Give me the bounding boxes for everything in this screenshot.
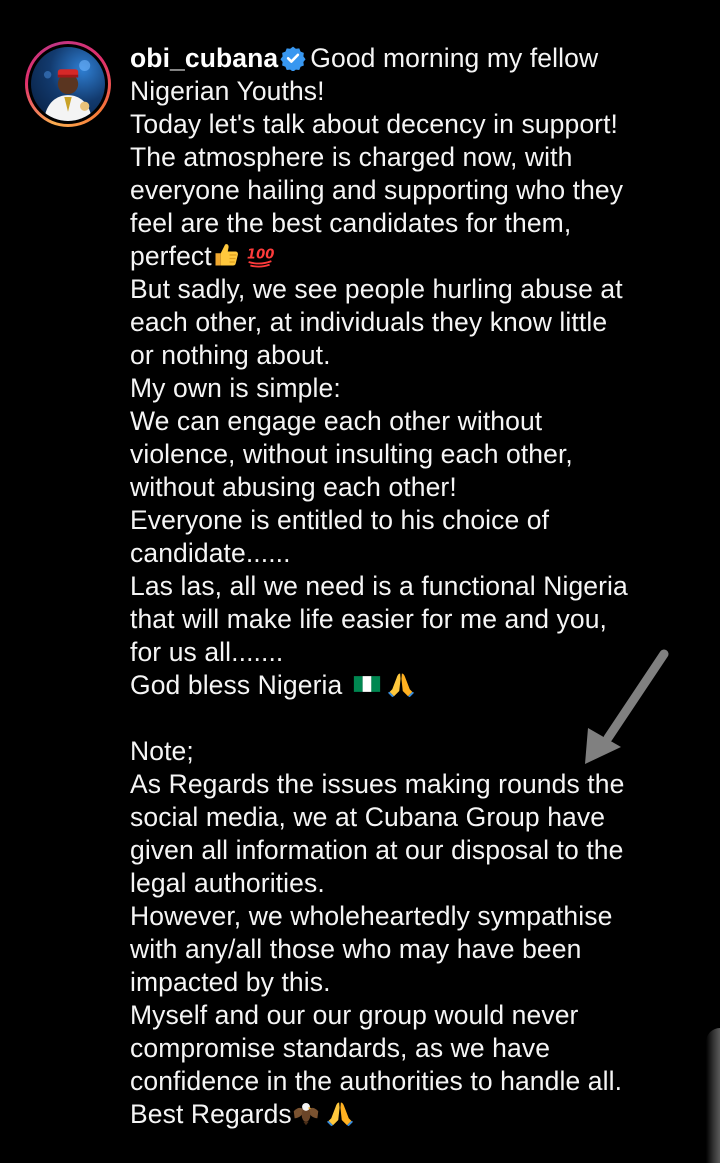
- folded-hands-emoji: [326, 1102, 353, 1127]
- caption-line: We can engage each other without: [130, 406, 543, 436]
- caption-line: Las las, all we need is a functional Nig…: [130, 571, 628, 601]
- thumbs-up-emoji: [215, 244, 238, 266]
- caption-line: candidate......: [130, 538, 291, 568]
- caption-line: The atmosphere is charged now, with: [130, 142, 573, 172]
- nigeria-flag-emoji: [353, 676, 380, 692]
- scroll-edge[interactable]: [706, 1028, 720, 1163]
- verified-badge-icon: [280, 46, 306, 71]
- caption-line: each other, at individuals they know lit…: [130, 307, 608, 337]
- caption-first-line-text: Good morning my fellow: [310, 43, 599, 73]
- caption-line: with any/all those who may have been: [130, 934, 582, 964]
- caption-line: Today let's talk about decency in suppor…: [130, 109, 619, 139]
- caption-line-text: Best Regards: [130, 1099, 292, 1129]
- svg-text:100: 100: [247, 248, 274, 263]
- post-avatar[interactable]: [25, 41, 111, 127]
- caption-line: or nothing about.: [130, 340, 331, 370]
- caption-line: violence, without insulting each other,: [130, 439, 573, 469]
- caption-line: compromise standards, as we have: [130, 1033, 551, 1063]
- avatar-photo: [31, 47, 105, 121]
- caption-first-line: obi_cubana Good morning my fellow: [130, 42, 690, 75]
- post-caption: obi_cubana Good morning my fellow Nigeria…: [130, 42, 690, 1131]
- caption-line: social media, we at Cubana Group have: [130, 802, 606, 832]
- caption-line-with-emoji: perfect 100: [130, 240, 690, 273]
- caption-line: legal authorities.: [130, 868, 325, 898]
- caption-line: without abusing each other!: [130, 472, 457, 502]
- caption-line: Myself and our our group would never: [130, 1000, 579, 1030]
- hundred-points-emoji: 100: [247, 248, 274, 268]
- caption-line: everyone hailing and supporting who they: [130, 175, 624, 205]
- avatar-figure-icon: [43, 59, 93, 121]
- caption-line: given all information at our disposal to…: [130, 835, 624, 865]
- caption-line: As Regards the issues making rounds the: [130, 769, 625, 799]
- caption-line-with-emoji: Best Regards: [130, 1098, 690, 1131]
- caption-line: feel are the best candidates for them,: [130, 208, 572, 238]
- caption-line: But sadly, we see people hurling abuse a…: [130, 274, 623, 304]
- caption-line: My own is simple:: [130, 373, 341, 403]
- caption-line: Nigerian Youths!: [130, 76, 325, 106]
- caption-line-text: perfect: [130, 241, 212, 271]
- caption-line-text: God bless Nigeria: [130, 670, 343, 700]
- username-link[interactable]: obi_cubana: [130, 43, 278, 73]
- caption-line: Everyone is entitled to his choice of: [130, 505, 550, 535]
- caption-line: that will make life easier for me and yo…: [130, 604, 607, 634]
- pointer-arrow: [585, 649, 669, 764]
- caption-line: impacted by this.: [130, 967, 331, 997]
- caption-line: confidence in the authorities to handle …: [130, 1066, 623, 1096]
- caption-line: However, we wholeheartedly sympathise: [130, 901, 613, 931]
- eagle-emoji: [293, 1102, 319, 1126]
- folded-hands-emoji: [387, 673, 414, 698]
